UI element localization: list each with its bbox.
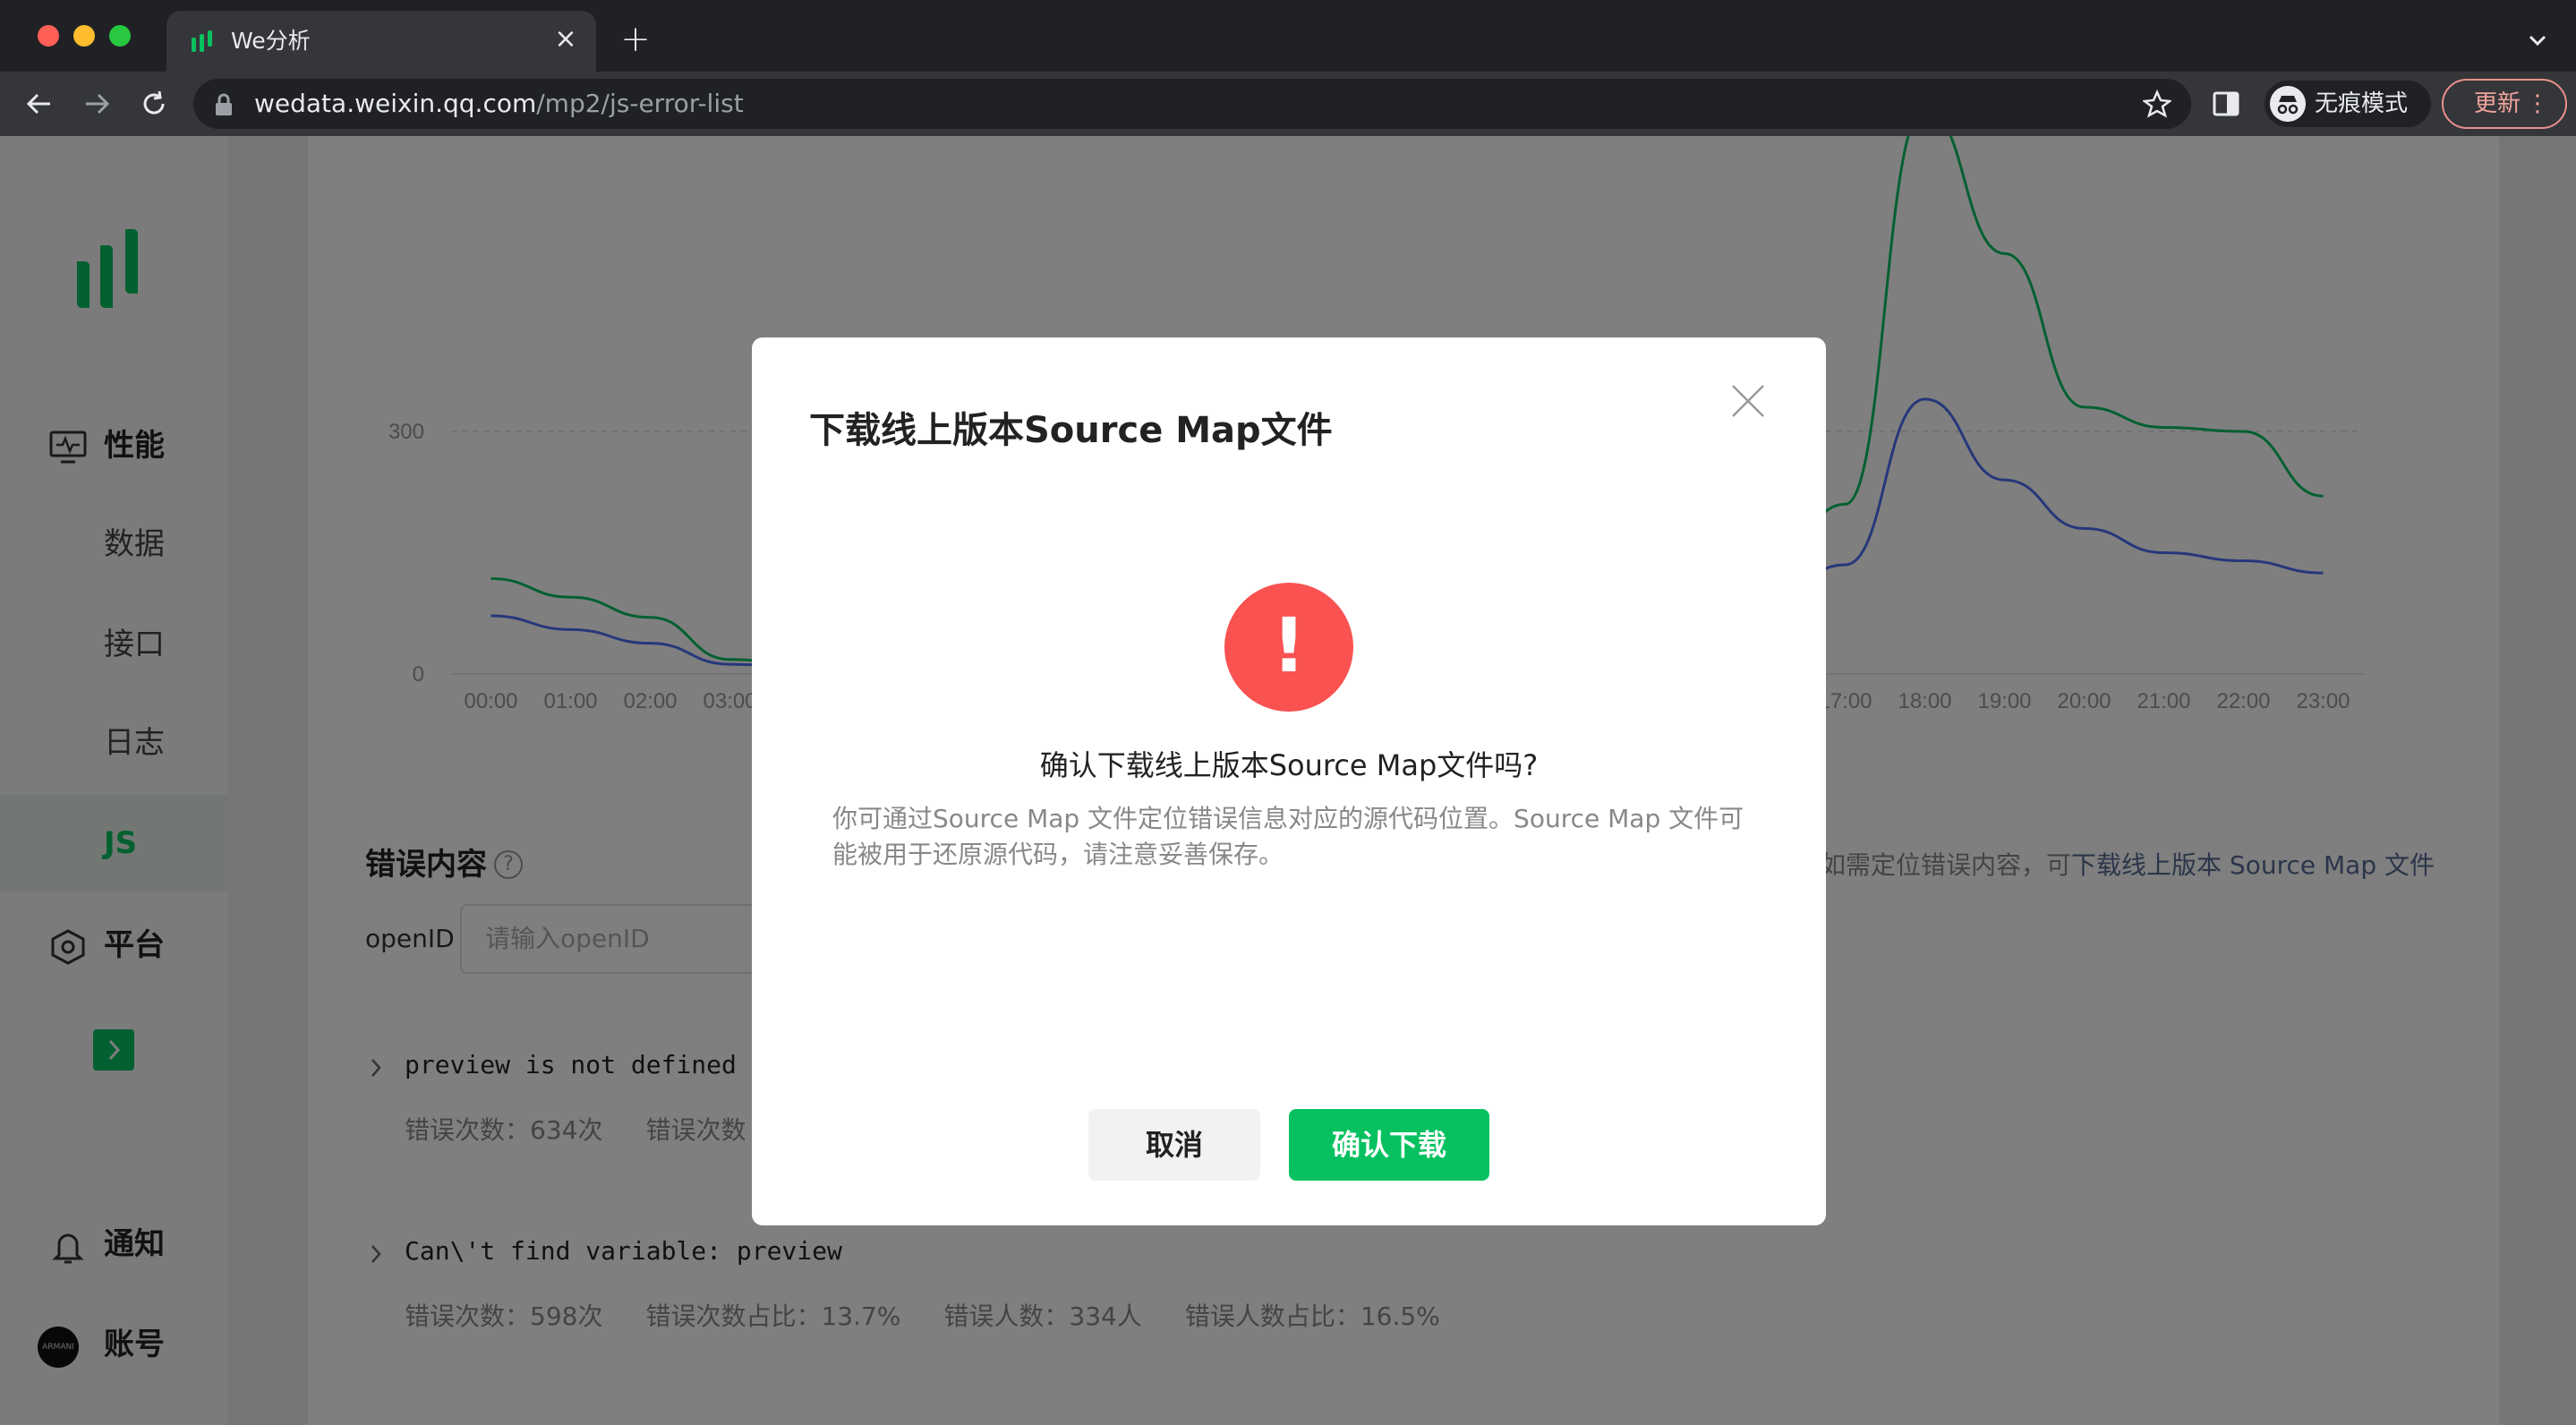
url-path: /mp2/js-error-list (536, 89, 744, 118)
tab-title: We分析 (231, 28, 311, 54)
new-tab-button[interactable]: + (618, 21, 653, 57)
wedata-favicon-icon (192, 30, 212, 52)
incognito-icon (2270, 86, 2306, 122)
warning-icon: ! (1224, 583, 1353, 712)
update-label: 更新 (2474, 90, 2521, 117)
side-panel-icon[interactable] (2213, 91, 2239, 116)
more-menu-icon[interactable]: ⋮ (2526, 91, 2549, 116)
dialog-question: 确认下载线上版本Source Map文件吗? (1039, 748, 1539, 782)
lock-icon[interactable] (213, 93, 235, 116)
address-bar[interactable]: wedata.weixin.qq.com/mp2/js-error-list (193, 79, 2191, 129)
tab-close-icon[interactable]: × (550, 23, 582, 55)
close-icon[interactable] (1729, 382, 1767, 420)
back-arrow-icon[interactable] (20, 84, 59, 124)
warning-mark: ! (1271, 602, 1307, 689)
browser-toolbar: wedata.weixin.qq.com/mp2/js-error-list 无… (0, 72, 2576, 136)
cancel-button[interactable]: 取消 (1088, 1109, 1260, 1181)
reload-icon[interactable] (134, 84, 174, 124)
chevron-down-icon[interactable] (2522, 25, 2553, 55)
dialog-title: 下载线上版本Source Map文件 (809, 410, 1333, 451)
url-text[interactable]: wedata.weixin.qq.com/mp2/js-error-list (254, 89, 744, 119)
browser-tab[interactable]: We分析 × (166, 11, 596, 72)
bookmark-star-icon[interactable] (2143, 90, 2171, 118)
forward-arrow-icon[interactable] (77, 84, 116, 124)
incognito-label: 无痕模式 (2315, 90, 2409, 117)
source-map-download-dialog: 下载线上版本Source Map文件 ! 确认下载线上版本Source Map文… (752, 337, 1826, 1225)
incognito-indicator[interactable]: 无痕模式 (2265, 81, 2431, 127)
url-host: wedata.weixin.qq.com (254, 89, 537, 118)
confirm-download-button[interactable]: 确认下载 (1289, 1109, 1489, 1181)
browser-update-button[interactable]: 更新 ⋮ (2442, 79, 2567, 129)
browser-titlebar: We分析 × + (0, 0, 2576, 72)
minimize-window-button[interactable] (73, 25, 95, 47)
close-window-button[interactable] (38, 25, 59, 47)
maximize-window-button[interactable] (109, 25, 131, 47)
dialog-description: 你可通过Source Map 文件定位错误信息对应的源代码位置。Source M… (832, 804, 1744, 869)
